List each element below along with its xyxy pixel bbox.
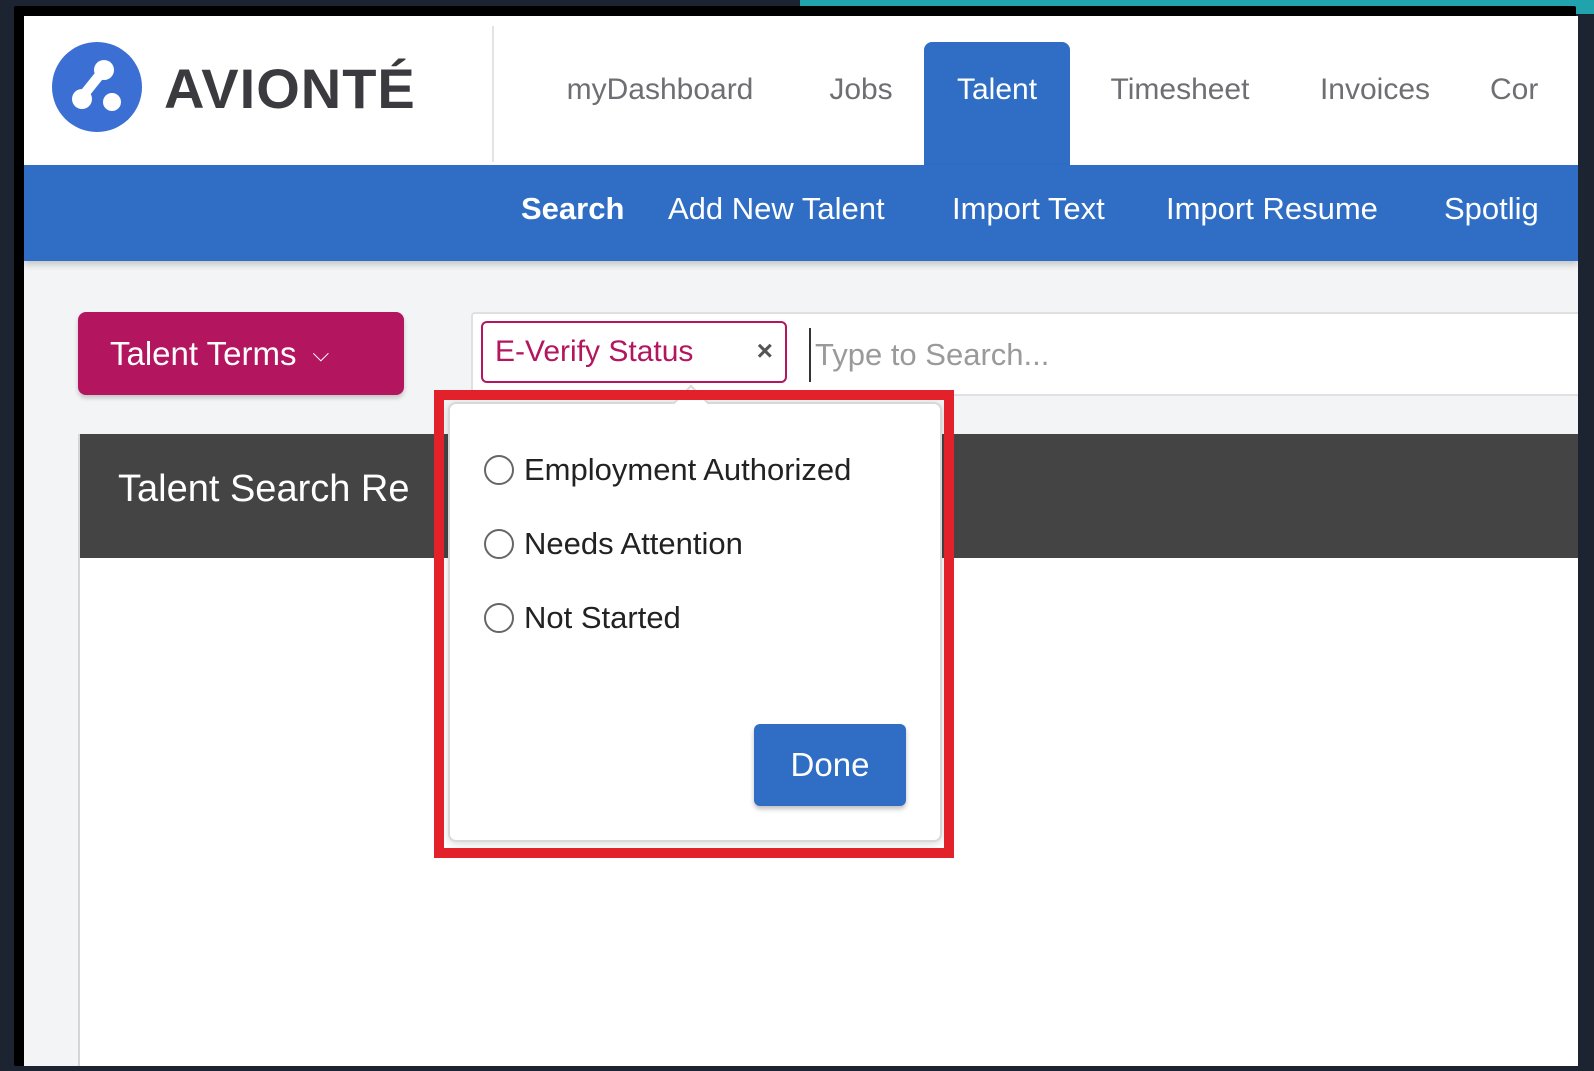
app-window: AVIONTÉ myDashboard Jobs Talent Timeshee… — [24, 16, 1578, 1066]
search-input[interactable] — [809, 328, 1557, 382]
chevron-down-icon: ⌵ — [312, 340, 330, 366]
talent-terms-button[interactable]: Talent Terms ⌵ — [78, 312, 404, 395]
search-box: E-Verify Status × — [471, 312, 1578, 396]
tab-invoices[interactable]: Invoices — [1308, 42, 1442, 165]
highlight-annotation — [434, 390, 954, 858]
tab-timesheet[interactable]: Timesheet — [1096, 42, 1264, 165]
results-title: Talent Search Re — [118, 468, 410, 510]
subnav-add-new-talent[interactable]: Add New Talent — [668, 191, 885, 227]
tab-talent[interactable]: Talent — [924, 42, 1070, 165]
brand-name[interactable]: AVIONTÉ — [164, 56, 416, 121]
tab-cor[interactable]: Cor — [1490, 42, 1560, 165]
close-icon[interactable]: × — [757, 335, 773, 367]
subnav-search[interactable]: Search — [521, 191, 624, 227]
subnav-spotlight[interactable]: Spotlig — [1444, 191, 1539, 227]
sub-nav: Search Add New Talent Import Text Import… — [24, 165, 1578, 261]
subnav-import-text[interactable]: Import Text — [952, 191, 1105, 227]
talent-terms-label: Talent Terms — [110, 334, 297, 372]
subnav-import-resume[interactable]: Import Resume — [1166, 191, 1378, 227]
chip-label: E-Verify Status — [495, 335, 694, 368]
header-divider — [492, 26, 494, 162]
everify-status-chip[interactable]: E-Verify Status × — [481, 321, 787, 383]
avionte-logo-icon[interactable] — [52, 42, 142, 132]
tab-mydashboard[interactable]: myDashboard — [542, 42, 778, 165]
tab-jobs[interactable]: Jobs — [818, 42, 904, 165]
top-header: AVIONTÉ myDashboard Jobs Talent Timeshee… — [24, 16, 1578, 165]
